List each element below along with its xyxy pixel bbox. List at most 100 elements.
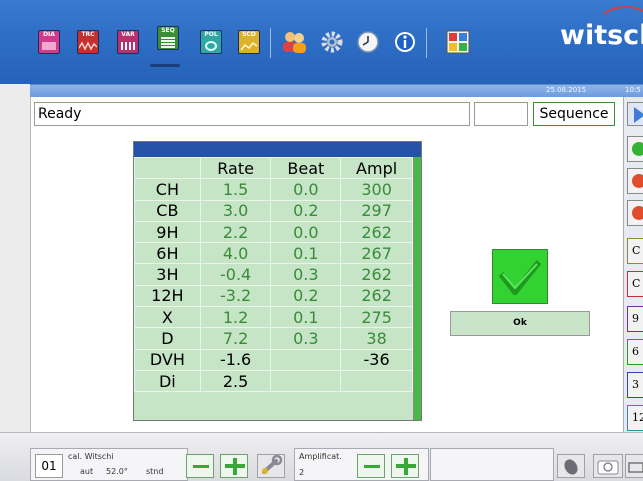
plus-button[interactable] (220, 454, 248, 478)
row-label: 3H (134, 263, 201, 286)
amplification-plus-button[interactable] (391, 454, 419, 478)
position-label: C (632, 244, 641, 257)
rate-cell: 1.2 (199, 306, 272, 329)
beat-cell: 0.1 (270, 242, 342, 265)
row-label: 6H (134, 242, 201, 265)
beat-cell: 0.0 (270, 178, 342, 201)
table-row: 12H -3.2 0.2 262 (134, 284, 413, 308)
seq-icon-label: SEQ (161, 27, 175, 34)
go-button[interactable] (627, 136, 643, 162)
printer-icon (628, 462, 643, 473)
row-label: DVH (134, 348, 201, 371)
beat-cell: 0.3 (270, 263, 342, 286)
cancel-button[interactable] (627, 200, 643, 226)
position-button-c2[interactable]: C (627, 271, 643, 297)
gear-icon[interactable] (320, 30, 344, 54)
cal-angle: 52.0° (106, 467, 128, 476)
rate-cell: 7.2 (199, 327, 272, 350)
ampl-cell (340, 369, 413, 393)
table-row: 6H 4.0 0.1 267 (134, 242, 413, 265)
rate-cell: 2.5 (199, 369, 272, 393)
camera-icon (597, 460, 619, 475)
cal-mode: aut (80, 467, 94, 476)
amplification-label: Amplificat. (299, 452, 342, 461)
var-icon-label: VAR (121, 31, 135, 38)
stop-button[interactable] (627, 168, 643, 194)
clock-icon[interactable] (356, 30, 380, 54)
probe-button[interactable] (557, 454, 585, 478)
sequence-button[interactable]: Sequence (533, 102, 615, 126)
play-icon (634, 107, 643, 123)
rate-cell: -1.6 (199, 348, 272, 371)
ampl-cell: 262 (340, 220, 413, 244)
position-button-9[interactable]: 9 (627, 306, 643, 332)
checkmark-icon (498, 260, 542, 295)
toolbar-separator (270, 28, 271, 58)
results-table: Rate Beat Ampl CH 1.5 0.0 300 CB 3.0 0.2… (133, 141, 422, 421)
table-header-bar (134, 142, 421, 157)
position-label: C (632, 277, 641, 290)
sco-icon[interactable]: SCO (238, 30, 262, 54)
amplification-minus-button[interactable] (357, 454, 385, 478)
ampl-cell: 297 (340, 199, 413, 222)
play-button[interactable] (627, 102, 643, 126)
empty-panel (430, 448, 554, 481)
minus-icon (364, 465, 380, 468)
stop-icon (632, 174, 643, 188)
position-button-3[interactable]: 3 (627, 372, 643, 398)
rate-cell: 3.0 (199, 199, 272, 222)
ampl-cell: 38 (340, 327, 413, 350)
trc-icon[interactable]: TRC (77, 30, 101, 54)
wrench-button[interactable] (257, 454, 285, 478)
ampl-cell: 262 (340, 284, 413, 308)
position-button-6[interactable]: 6 (627, 339, 643, 365)
ok-button[interactable]: Ok (450, 311, 590, 336)
users-icon[interactable] (281, 30, 306, 54)
channel-number[interactable]: 01 (35, 454, 63, 478)
position-label: 3 (632, 378, 639, 391)
position-label: 12 (632, 411, 643, 424)
table-side-stripe (413, 157, 421, 420)
dia-icon[interactable]: DIA (38, 30, 62, 54)
results-grid: Rate Beat Ampl CH 1.5 0.0 300 CB 3.0 0.2… (134, 156, 413, 393)
header-label (134, 156, 201, 180)
row-label: CH (134, 178, 201, 201)
minus-icon (193, 465, 209, 468)
print-button[interactable] (625, 454, 643, 478)
table-row: 9H 2.2 0.0 262 (134, 220, 413, 244)
toolbar-separator (426, 28, 427, 58)
table-row: Di 2.5 (134, 369, 413, 393)
app-window: DIA TRC VAR SEQ POL SCO witsc 25.08.2015… (0, 0, 643, 481)
time-text: 10:5 (625, 86, 641, 94)
date-bar: 25.08.2015 10:5 (30, 84, 643, 97)
row-label: 9H (134, 220, 201, 244)
header-ampl: Ampl (340, 156, 413, 180)
date-text: 25.08.2015 (546, 86, 587, 94)
var-icon[interactable]: VAR (117, 30, 141, 54)
amplification-value: 2 (299, 468, 305, 477)
wrench-icon (262, 454, 283, 474)
rate-cell: -0.4 (199, 263, 272, 286)
position-button-c1[interactable]: C (627, 238, 643, 264)
ampl-cell: 300 (340, 178, 413, 201)
camera-button[interactable] (593, 454, 623, 478)
cal-name: cal. Witschi (68, 452, 114, 461)
trc-icon-label: TRC (81, 31, 95, 38)
pol-icon[interactable]: POL (200, 30, 224, 54)
active-tab-indicator (150, 64, 180, 67)
table-row: D 7.2 0.3 38 (134, 327, 413, 350)
minus-button[interactable] (186, 454, 214, 478)
table-row: X 1.2 0.1 275 (134, 306, 413, 329)
seq-icon[interactable]: SEQ (157, 26, 181, 50)
beat-cell: 0.2 (270, 199, 342, 222)
top-toolbar: DIA TRC VAR SEQ POL SCO witsc (0, 0, 643, 84)
cal-position: stnd (146, 467, 164, 476)
table-row: 3H -0.4 0.3 262 (134, 263, 413, 286)
info-icon[interactable] (393, 30, 417, 54)
row-label: CB (134, 199, 201, 222)
ampl-cell: 262 (340, 263, 413, 286)
rate-cell: 4.0 (199, 242, 272, 265)
layout-icon[interactable] (446, 30, 470, 54)
position-button-12[interactable]: 12 (627, 405, 643, 431)
cancel-icon (632, 206, 643, 220)
